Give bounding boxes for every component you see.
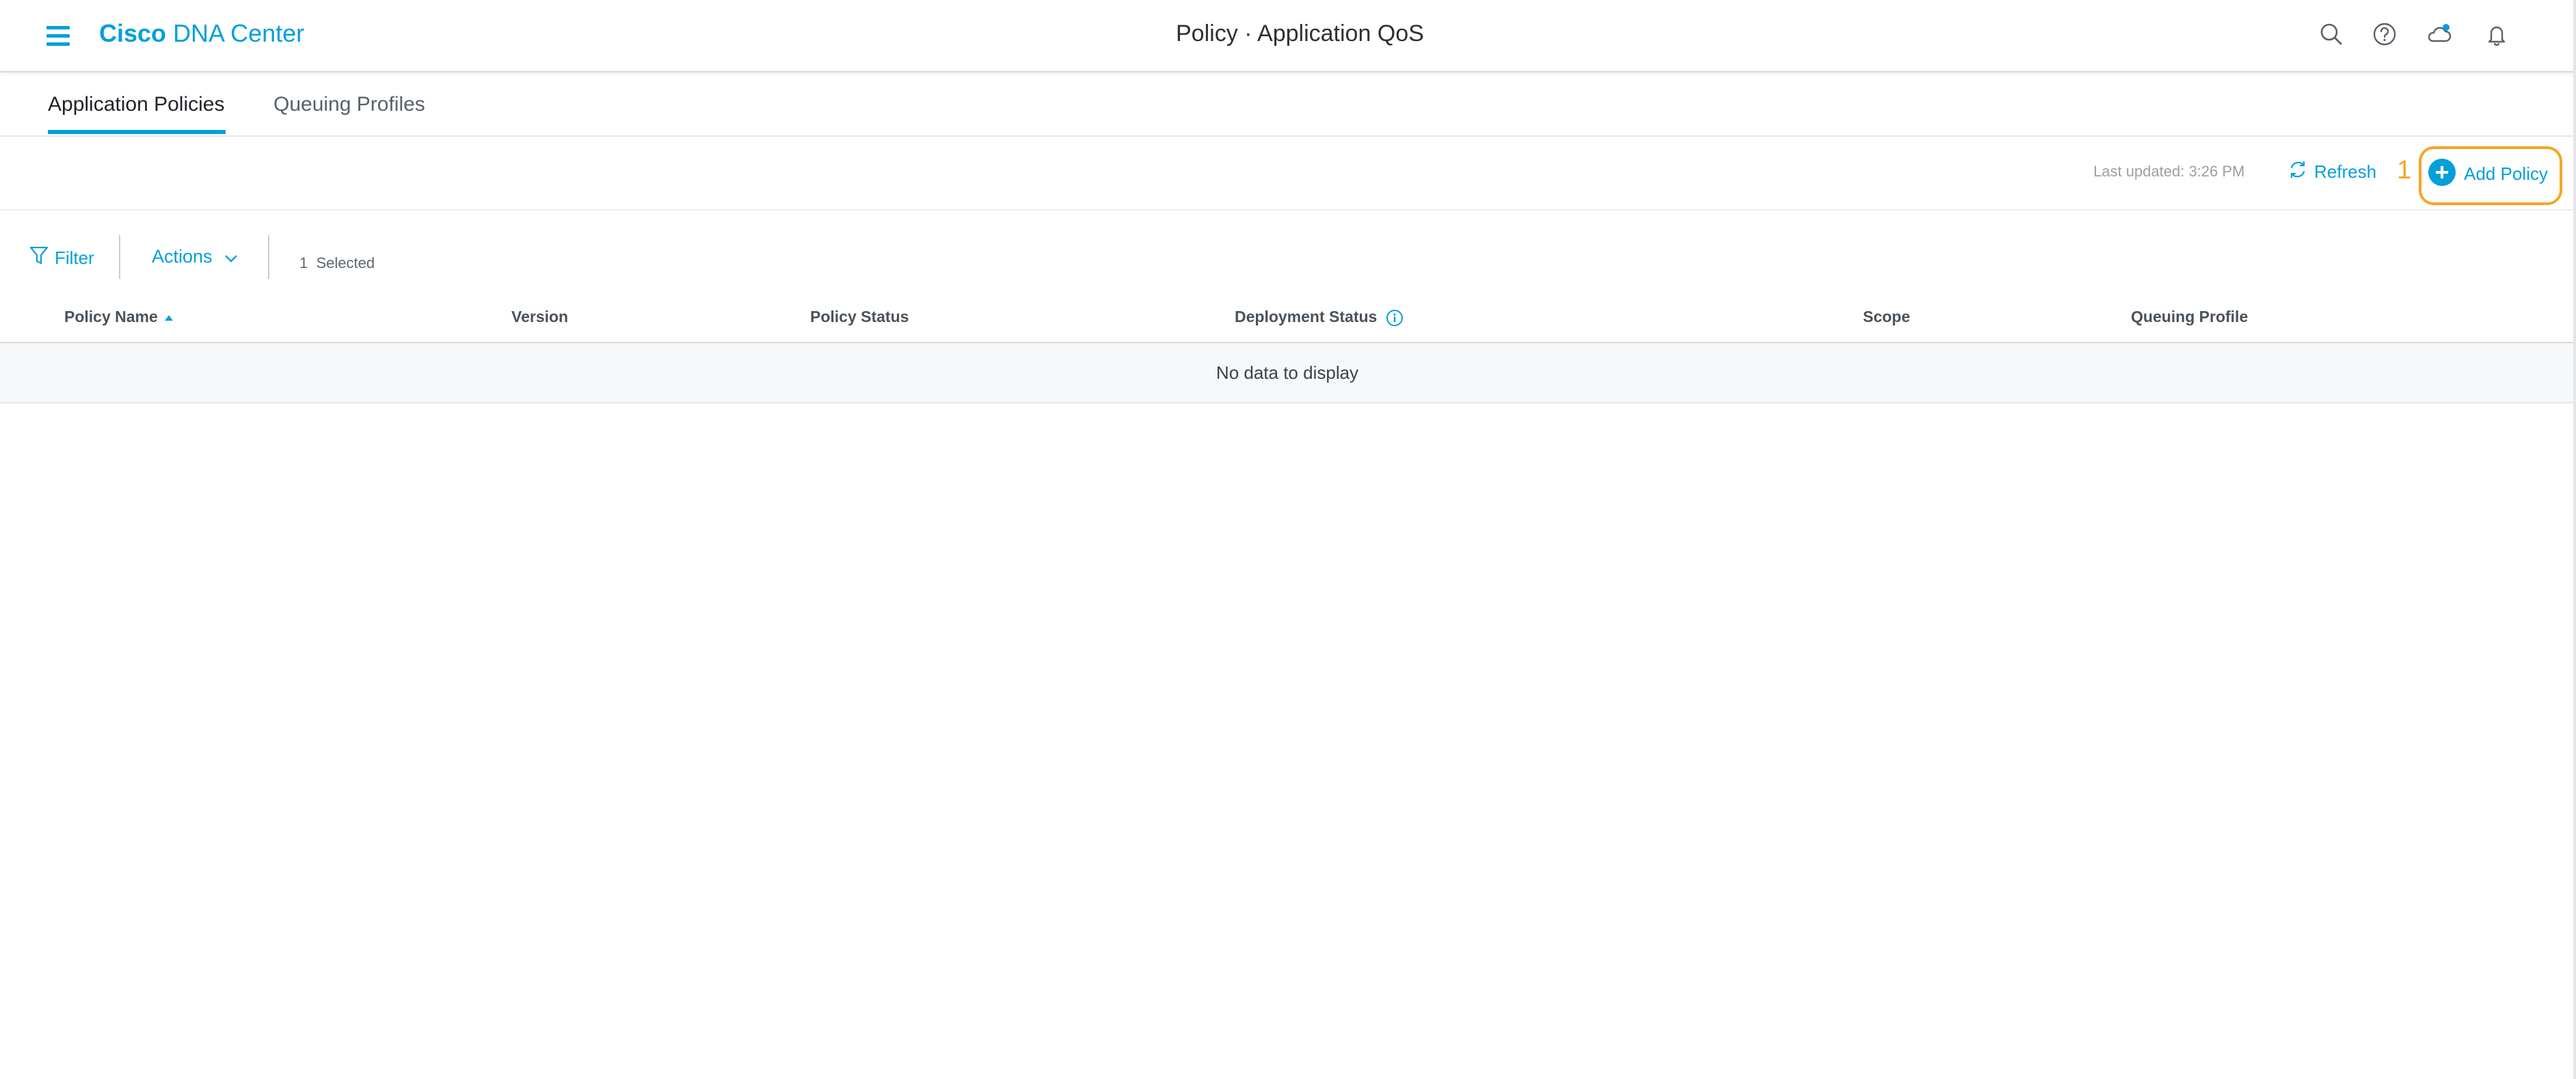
divider (268, 235, 269, 279)
hamburger-menu-icon[interactable] (44, 23, 74, 51)
column-label: Scope (1863, 308, 1911, 325)
chevron-down-icon (225, 255, 237, 263)
top-header: Cisco DNA Center Policy · Application Qo… (0, 0, 2575, 72)
column-header-version[interactable]: Version (511, 308, 568, 326)
step-number-annotation: 1 (2397, 156, 2412, 185)
table-empty-row: No data to display (0, 343, 2575, 403)
actions-dropdown[interactable]: Actions (152, 246, 237, 274)
table-header: Policy Name Version Policy Status Deploy… (0, 294, 2575, 343)
column-label: Deployment Status (1235, 308, 1378, 325)
actions-label: Actions (152, 246, 213, 267)
bell-icon[interactable] (2483, 21, 2510, 48)
selected-number: 1 (299, 254, 308, 271)
brand-rest: DNA Center (173, 19, 305, 47)
cloud-icon[interactable] (2426, 21, 2453, 48)
plus-circle-icon (2428, 159, 2456, 186)
column-label: Policy Status (810, 308, 909, 325)
tab-application-policies[interactable]: Application Policies (48, 93, 224, 116)
column-label: Queuing Profile (2131, 308, 2249, 325)
tab-queuing-profiles[interactable]: Queuing Profiles (273, 93, 425, 116)
app-window: Cisco DNA Center Policy · Application Qo… (0, 0, 2576, 1079)
add-policy-label: Add Policy (2464, 163, 2548, 184)
selected-label: Selected (316, 254, 375, 271)
filter-icon (29, 246, 49, 265)
column-header-policy-name[interactable]: Policy Name (64, 308, 173, 326)
column-header-deployment-status[interactable]: Deployment Status (1235, 308, 1404, 327)
filter-label: Filter (55, 248, 94, 268)
divider (119, 235, 120, 279)
active-tab-indicator (48, 130, 226, 134)
column-label: Policy Name (64, 308, 158, 325)
info-icon[interactable] (1386, 309, 1404, 327)
search-icon[interactable] (2318, 21, 2345, 48)
column-header-scope[interactable]: Scope (1863, 308, 1910, 326)
selected-count: 1 Selected (299, 254, 375, 272)
brand-bold: Cisco (99, 19, 167, 47)
last-updated-text: Last updated: 3:26 PM (2093, 163, 2245, 180)
refresh-icon (2290, 161, 2305, 178)
window-edge (2573, 0, 2576, 1079)
column-label: Version (511, 308, 569, 325)
help-icon[interactable] (2371, 21, 2398, 48)
column-header-policy-status[interactable]: Policy Status (810, 308, 909, 326)
app-brand[interactable]: Cisco DNA Center (99, 19, 304, 48)
tab-bar: Application Policies Queuing Profiles (0, 72, 2575, 137)
filter-bar: Filter Actions 1 Selected (0, 232, 2575, 287)
column-header-queuing-profile[interactable]: Queuing Profile (2131, 308, 2248, 326)
page-title: Policy · Application QoS (1176, 21, 1424, 46)
refresh-label: Refresh (2314, 161, 2377, 182)
sort-ascending-icon (164, 315, 173, 321)
policy-toolbar: Last updated: 3:26 PM Refresh 1 Add Poli… (0, 137, 2575, 211)
empty-message: No data to display (1216, 362, 1359, 383)
